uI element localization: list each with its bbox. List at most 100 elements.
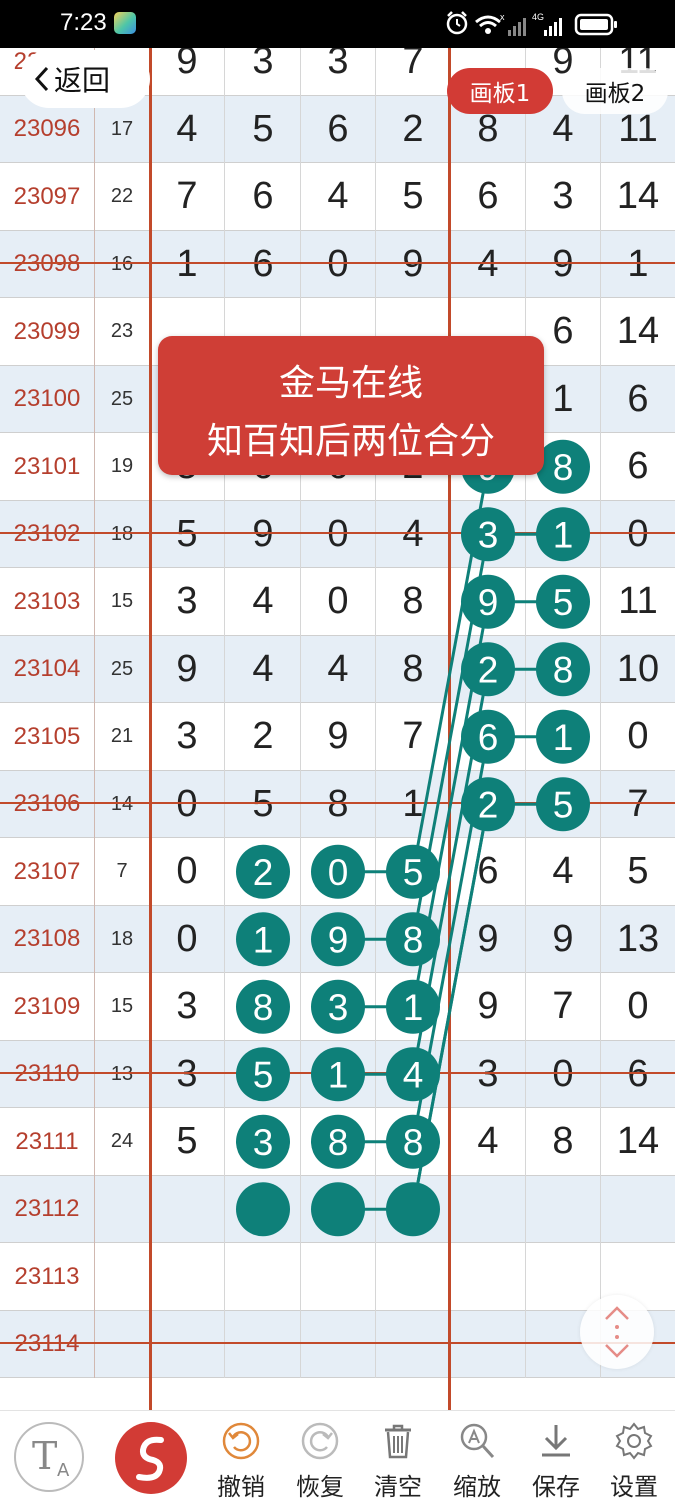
scroll-toggle-button[interactable] (580, 1295, 654, 1369)
digit-cell[interactable]: 10 (601, 636, 675, 704)
digit-cell[interactable]: 5 (526, 568, 601, 636)
digit-cell[interactable]: 0 (526, 1040, 601, 1108)
tab-board-1[interactable]: 画板1 (447, 68, 553, 114)
digit-cell[interactable]: 4 (301, 163, 376, 231)
digit-cell[interactable]: 11 (601, 568, 675, 636)
digit-cell[interactable] (226, 1175, 301, 1243)
digit-cell[interactable]: 9 (451, 973, 526, 1041)
digit-cell[interactable]: 1 (601, 231, 675, 299)
digit-cell[interactable]: 1 (376, 770, 451, 838)
digit-cell[interactable]: 3 (526, 163, 601, 231)
digit-cell[interactable]: 0 (601, 973, 675, 1041)
digit-cell[interactable]: 9 (451, 568, 526, 636)
digit-cell[interactable]: 5 (376, 163, 451, 231)
digit-cell[interactable]: 9 (150, 48, 225, 96)
digit-cell[interactable]: 14 (601, 298, 675, 366)
digit-cell[interactable]: 1 (226, 905, 301, 973)
digit-cell[interactable]: 9 (226, 500, 301, 568)
back-button[interactable]: 返回 (20, 50, 150, 108)
digit-cell[interactable] (150, 1310, 225, 1378)
digit-cell[interactable]: 1 (526, 500, 601, 568)
digit-cell[interactable]: 4 (226, 568, 301, 636)
digit-cell[interactable]: 7 (601, 771, 675, 839)
digit-cell[interactable]: 7 (376, 48, 451, 96)
digit-cell[interactable]: 5 (376, 838, 451, 906)
digit-cell[interactable]: 8 (376, 1108, 451, 1176)
digit-cell[interactable] (150, 1243, 225, 1311)
digit-cell[interactable]: 0 (301, 500, 376, 568)
digit-cell[interactable] (601, 1176, 675, 1244)
digit-cell[interactable]: 2 (226, 703, 301, 771)
digit-cell[interactable]: 6 (301, 95, 376, 163)
digit-cell[interactable]: 1 (301, 1040, 376, 1108)
digit-cell[interactable]: 5 (150, 1108, 225, 1176)
digit-cell[interactable]: 9 (301, 703, 376, 771)
digit-cell[interactable]: 13 (601, 906, 675, 974)
digit-cell[interactable]: 3 (451, 1040, 526, 1108)
digit-cell[interactable]: 8 (376, 635, 451, 703)
digit-cell[interactable]: 3 (150, 973, 225, 1041)
digit-cell[interactable]: 3 (301, 48, 376, 96)
digit-cell[interactable] (301, 1175, 376, 1243)
digit-cell[interactable] (226, 1243, 301, 1311)
digit-cell[interactable]: 4 (301, 635, 376, 703)
digit-cell[interactable]: 1 (526, 703, 601, 771)
digit-cell[interactable]: 7 (526, 973, 601, 1041)
digit-cell[interactable]: 4 (150, 95, 225, 163)
zoom-button[interactable]: 缩放 (438, 1411, 516, 1501)
digit-cell[interactable]: 2 (451, 770, 526, 838)
digit-cell[interactable]: 0 (301, 230, 376, 298)
digit-cell[interactable]: 2 (376, 95, 451, 163)
digit-cell[interactable] (451, 1310, 526, 1378)
digit-cell[interactable]: 8 (301, 1108, 376, 1176)
digit-cell[interactable]: 6 (601, 366, 675, 434)
digit-cell[interactable]: 0 (301, 568, 376, 636)
undo-button[interactable]: 撤销 (202, 1411, 280, 1501)
digit-cell[interactable]: 4 (226, 635, 301, 703)
digit-cell[interactable]: 9 (301, 905, 376, 973)
digit-cell[interactable]: 9 (526, 230, 601, 298)
digit-cell[interactable]: 9 (376, 230, 451, 298)
digit-cell[interactable]: 7 (150, 163, 225, 231)
digit-cell[interactable]: 5 (150, 500, 225, 568)
digit-cell[interactable]: 6 (601, 1041, 675, 1109)
digit-cell[interactable]: 3 (301, 973, 376, 1041)
digit-cell[interactable]: 9 (451, 905, 526, 973)
text-size-button[interactable]: T A (14, 1422, 84, 1492)
digit-cell[interactable]: 9 (526, 905, 601, 973)
digit-cell[interactable]: 6 (601, 433, 675, 501)
digit-cell[interactable]: 4 (376, 1040, 451, 1108)
digit-cell[interactable]: 8 (376, 905, 451, 973)
digit-cell[interactable]: 4 (451, 230, 526, 298)
digit-cell[interactable]: 1 (150, 230, 225, 298)
digit-cell[interactable] (451, 1243, 526, 1311)
digit-cell[interactable] (226, 1310, 301, 1378)
digit-cell[interactable]: 3 (150, 568, 225, 636)
digit-cell[interactable] (376, 1175, 451, 1243)
digit-cell[interactable]: 0 (150, 905, 225, 973)
digit-cell[interactable]: 14 (601, 163, 675, 231)
digit-cell[interactable]: 2 (226, 838, 301, 906)
digit-cell[interactable] (301, 1243, 376, 1311)
digit-cell[interactable]: 4 (526, 838, 601, 906)
save-button[interactable]: 保存 (517, 1411, 595, 1501)
redo-button[interactable]: 恢复 (281, 1411, 359, 1501)
digit-cell[interactable]: 7 (376, 703, 451, 771)
clear-button[interactable]: 清空 (359, 1411, 437, 1501)
digit-cell[interactable]: 0 (150, 770, 225, 838)
digit-cell[interactable]: 2 (451, 635, 526, 703)
digit-cell[interactable]: 3 (150, 703, 225, 771)
digit-cell[interactable] (376, 1243, 451, 1311)
digit-cell[interactable]: 0 (301, 838, 376, 906)
digit-cell[interactable]: 0 (601, 501, 675, 569)
digit-cell[interactable]: 3 (226, 48, 301, 96)
pen-tool-button[interactable] (115, 1422, 187, 1494)
settings-button[interactable]: 设置 (595, 1411, 673, 1501)
digit-cell[interactable]: 5 (226, 95, 301, 163)
digit-cell[interactable]: 0 (601, 703, 675, 771)
digit-cell[interactable]: 4 (376, 500, 451, 568)
digit-cell[interactable] (301, 1310, 376, 1378)
digit-cell[interactable]: 3 (226, 1108, 301, 1176)
digit-cell[interactable]: 6 (226, 163, 301, 231)
digit-cell[interactable]: 4 (451, 1108, 526, 1176)
